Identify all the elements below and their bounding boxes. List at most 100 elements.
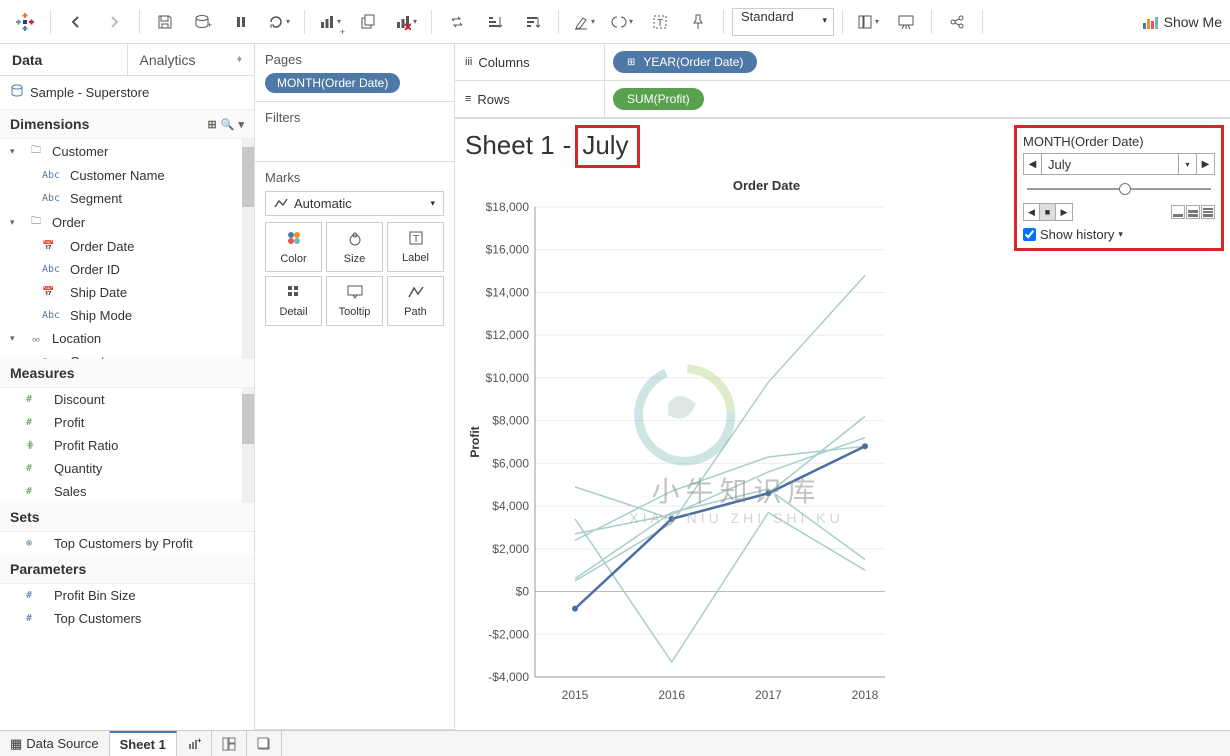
tableau-logo-icon[interactable] xyxy=(8,7,42,37)
datasource-name: Sample - Superstore xyxy=(30,85,149,100)
date-icon: 📅 xyxy=(42,241,64,252)
marks-detail[interactable]: Detail xyxy=(265,276,322,326)
data-pane: Data Analytics♦ Sample - Superstore Dime… xyxy=(0,44,255,730)
svg-text:$2,000: $2,000 xyxy=(492,542,529,556)
page-slider[interactable] xyxy=(1027,181,1211,197)
columns-pill[interactable]: ⊞YEAR(Order Date) xyxy=(613,51,757,73)
pages-pill[interactable]: MONTH(Order Date) xyxy=(265,73,400,93)
data-source-tab[interactable]: ▦Data Source xyxy=(0,731,110,756)
save-button[interactable] xyxy=(148,7,182,37)
field-order-id[interactable]: AbcOrder ID xyxy=(0,258,242,281)
sheet-title[interactable]: Sheet 1 - July xyxy=(465,125,1008,168)
marks-size[interactable]: Size xyxy=(326,222,383,272)
play-back-button[interactable]: ◀ xyxy=(1024,204,1040,220)
folder-order[interactable]: ▾🗀Order xyxy=(0,210,242,235)
field-profit[interactable]: #Profit xyxy=(0,411,242,434)
group-button[interactable]: ▾ xyxy=(605,7,639,37)
share-button[interactable] xyxy=(940,7,974,37)
field-top-customers-set[interactable]: ⊗Top Customers by Profit xyxy=(0,532,254,555)
clear-sheet-button[interactable]: ▾ xyxy=(389,7,423,37)
field-ship-mode[interactable]: AbcShip Mode xyxy=(0,304,242,327)
svg-text:+: + xyxy=(197,737,201,745)
page-dropdown-button[interactable]: ▾ xyxy=(1178,154,1196,174)
show-hide-cards-button[interactable]: ▾ xyxy=(851,7,885,37)
hierarchy-icon: ₒₒ xyxy=(26,333,46,344)
show-me-button[interactable]: Show Me xyxy=(1142,14,1222,30)
svg-text:$12,000: $12,000 xyxy=(486,328,530,342)
field-country[interactable]: ⊕Country xyxy=(0,350,242,359)
menu-caret-icon[interactable]: ▾ xyxy=(238,118,244,131)
page-next-button[interactable]: ▶ xyxy=(1196,154,1214,174)
duplicate-button[interactable] xyxy=(351,7,385,37)
forward-button[interactable] xyxy=(97,7,131,37)
presentation-button[interactable] xyxy=(889,7,923,37)
field-segment[interactable]: AbcSegment xyxy=(0,187,242,210)
back-button[interactable] xyxy=(59,7,93,37)
columns-shelf[interactable]: iiiColumns ⊞YEAR(Order Date) xyxy=(455,44,1230,81)
pause-updates-button[interactable] xyxy=(224,7,258,37)
new-datasource-button[interactable]: + xyxy=(186,7,220,37)
refresh-button[interactable]: ▾ xyxy=(262,7,296,37)
param-profit-bin[interactable]: #Profit Bin Size xyxy=(0,584,254,607)
filters-label: Filters xyxy=(265,110,444,125)
svg-text:Profit: Profit xyxy=(468,426,482,457)
svg-text:T: T xyxy=(657,18,663,29)
history-menu-caret[interactable]: ▾ xyxy=(1118,229,1123,240)
field-ship-date[interactable]: 📅Ship Date xyxy=(0,281,242,304)
new-sheet-button[interactable]: + xyxy=(177,731,212,756)
page-month-title: July xyxy=(575,125,639,168)
measures-header: Measures xyxy=(0,359,254,388)
marks-label[interactable]: TLabel xyxy=(387,222,444,272)
data-tab[interactable]: Data xyxy=(0,44,128,75)
rows-pill[interactable]: SUM(Profit) xyxy=(613,88,704,110)
play-fwd-button[interactable]: ▶ xyxy=(1056,204,1072,220)
svg-text:$4,000: $4,000 xyxy=(492,499,529,513)
swap-button[interactable] xyxy=(440,7,474,37)
pin-button[interactable] xyxy=(681,7,715,37)
date-icon: 📅 xyxy=(42,287,64,298)
new-story-button[interactable] xyxy=(247,731,282,756)
top-toolbar: + ▾ +▾ ▾ ▾ ▾ T Standard▾ ▾ Show Me xyxy=(0,0,1230,44)
param-top-customers[interactable]: #Top Customers xyxy=(0,607,254,630)
datasource-row[interactable]: Sample - Superstore xyxy=(0,76,254,110)
new-dashboard-button[interactable] xyxy=(212,731,247,756)
sort-desc-button[interactable] xyxy=(516,7,550,37)
folder-location[interactable]: ▾ₒₒLocation xyxy=(0,327,242,350)
labels-button[interactable]: T xyxy=(643,7,677,37)
line-chart[interactable]: -$4,000-$2,000$0$2,000$4,000$6,000$8,000… xyxy=(465,197,895,707)
rows-shelf[interactable]: ≡Rows SUM(Profit) xyxy=(455,81,1230,118)
filters-shelf[interactable]: Filters xyxy=(255,102,454,162)
marks-tooltip[interactable]: Tooltip xyxy=(326,276,383,326)
highlight-button[interactable]: ▾ xyxy=(567,7,601,37)
showme-label: Show Me xyxy=(1164,14,1222,30)
speed-med-button[interactable] xyxy=(1186,205,1200,219)
fit-select[interactable]: Standard▾ xyxy=(732,8,834,36)
field-discount[interactable]: #Discount xyxy=(0,388,242,411)
pages-shelf[interactable]: Pages MONTH(Order Date) xyxy=(255,44,454,102)
sort-asc-button[interactable] xyxy=(478,7,512,37)
view-as-icon[interactable]: ⊞ xyxy=(208,118,217,131)
new-worksheet-button[interactable]: +▾ xyxy=(313,7,347,37)
field-quantity[interactable]: #Quantity xyxy=(0,457,242,480)
marks-color[interactable]: Color xyxy=(265,222,322,272)
datasource-icon xyxy=(10,84,24,101)
show-history-checkbox[interactable] xyxy=(1023,228,1036,241)
sheet1-tab[interactable]: Sheet 1 xyxy=(110,731,177,756)
field-profit-ratio[interactable]: ⋕Profit Ratio xyxy=(0,434,242,457)
marks-path[interactable]: Path xyxy=(387,276,444,326)
marks-type-select[interactable]: Automatic▾ xyxy=(265,191,444,216)
page-prev-button[interactable]: ◀ xyxy=(1024,154,1042,174)
speed-fast-button[interactable] xyxy=(1201,205,1215,219)
folder-customer[interactable]: ▾🗀Customer xyxy=(0,139,242,164)
search-icon[interactable]: 🔍 xyxy=(221,118,235,131)
analytics-tab[interactable]: Analytics♦ xyxy=(128,44,255,75)
speed-slow-button[interactable] xyxy=(1171,205,1185,219)
rows-icon: ≡ xyxy=(465,93,471,105)
line-icon xyxy=(274,197,288,211)
svg-text:2017: 2017 xyxy=(755,688,782,702)
field-sales[interactable]: #Sales xyxy=(0,480,242,503)
field-customer-name[interactable]: AbcCustomer Name xyxy=(0,164,242,187)
stop-button[interactable]: ■ xyxy=(1040,204,1056,220)
page-value[interactable]: July xyxy=(1042,154,1178,174)
field-order-date[interactable]: 📅Order Date xyxy=(0,235,242,258)
